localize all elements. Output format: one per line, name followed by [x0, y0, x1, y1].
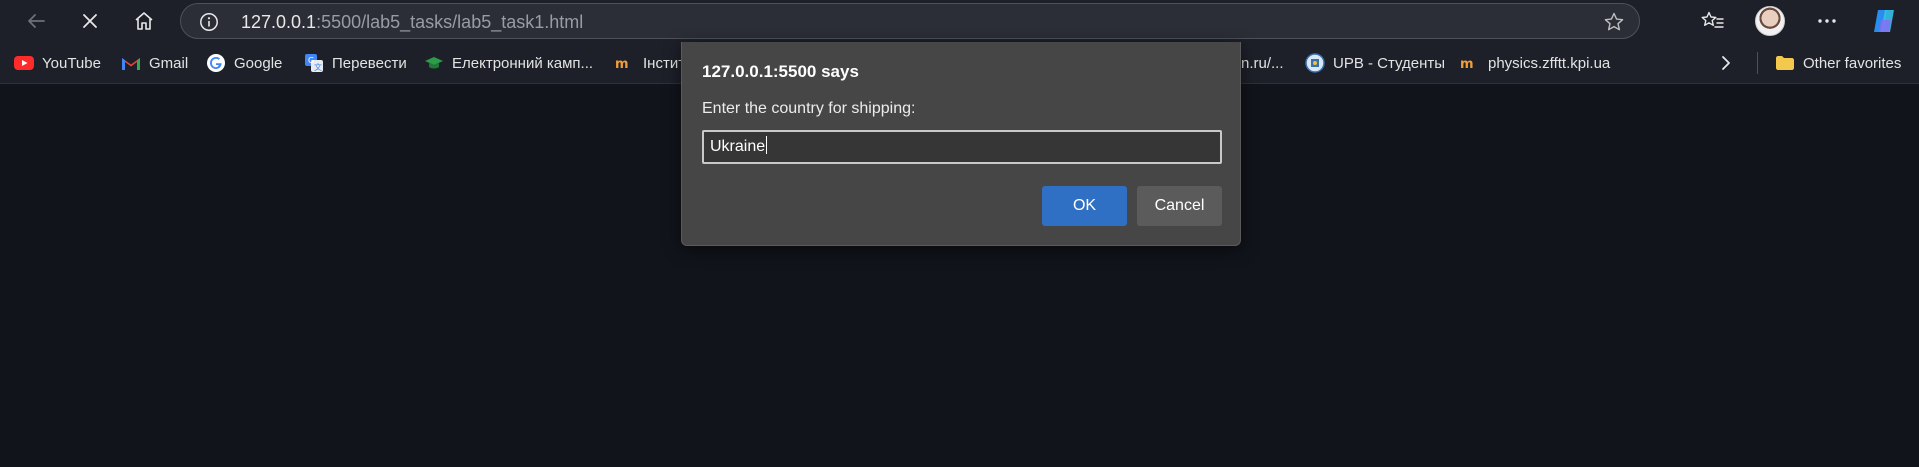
- translate-icon: G文: [304, 53, 324, 73]
- bookmark-label: n.ru/...: [1241, 54, 1284, 72]
- gmail-icon: [121, 53, 141, 73]
- upb-icon: [1305, 53, 1325, 73]
- stop-loading-button[interactable]: [72, 3, 108, 39]
- dialog-message: Enter the country for shipping:: [702, 100, 916, 117]
- bookmark-campus[interactable]: Електронний камп...: [424, 52, 593, 74]
- url-path: :5500/lab5_tasks/lab5_task1.html: [316, 12, 584, 32]
- url-text[interactable]: 127.0.0.1:5500/lab5_tasks/lab5_task1.htm…: [241, 11, 583, 33]
- svg-text:m: m: [1460, 57, 1474, 71]
- institute-icon: m: [615, 53, 635, 73]
- back-button[interactable]: [18, 3, 54, 39]
- bookmark-label: Електронний камп...: [452, 54, 594, 72]
- browser-toolbar: 127.0.0.1:5500/lab5_tasks/lab5_task1.htm…: [0, 0, 1919, 42]
- bookmark-youtube[interactable]: YouTube: [14, 52, 101, 74]
- bookmark-label: Інстит: [643, 54, 686, 72]
- cancel-button[interactable]: Cancel: [1137, 186, 1222, 226]
- settings-menu-button[interactable]: [1809, 3, 1845, 39]
- avatar: [1755, 6, 1785, 36]
- google-icon: [206, 53, 226, 73]
- bookmark-label: Перевести: [332, 54, 407, 72]
- chevron-right-icon: [1722, 56, 1730, 70]
- address-bar[interactable]: 127.0.0.1:5500/lab5_tasks/lab5_task1.htm…: [180, 3, 1640, 39]
- url-host: 127.0.0.1: [241, 12, 317, 32]
- info-icon[interactable]: [199, 12, 219, 32]
- bookmark-label: Gmail: [149, 54, 189, 72]
- dialog-title: 127.0.0.1:5500 says: [702, 62, 859, 81]
- bookmark-ru[interactable]: n.ru/...: [1241, 52, 1284, 74]
- star-icon[interactable]: [1603, 11, 1625, 33]
- favorites-list-icon: [1701, 11, 1724, 28]
- bookmark-gmail[interactable]: Gmail: [121, 52, 188, 74]
- youtube-icon: [14, 53, 34, 73]
- bookmark-upb[interactable]: UPB - Студенты: [1305, 52, 1445, 74]
- graduation-cap-icon: [424, 53, 444, 73]
- copilot-icon: [1874, 10, 1894, 32]
- profile-button[interactable]: [1752, 3, 1788, 39]
- back-arrow-icon: [28, 14, 45, 28]
- other-favorites[interactable]: Other favorites: [1775, 52, 1901, 74]
- home-icon: [135, 12, 153, 30]
- bookmark-physics[interactable]: m physics.zfftt.kpi.ua: [1460, 52, 1610, 74]
- svg-text:文: 文: [314, 62, 322, 72]
- folder-icon: [1775, 53, 1795, 73]
- bookmark-google[interactable]: Google: [206, 52, 282, 74]
- home-button[interactable]: [126, 3, 162, 39]
- country-input[interactable]: Ukraine: [702, 130, 1222, 164]
- institute-icon: m: [1460, 53, 1480, 73]
- text-caret: [766, 136, 768, 154]
- more-icon: [1818, 19, 1836, 23]
- bookmark-label: YouTube: [42, 54, 101, 72]
- other-favorites-label: Other favorites: [1803, 54, 1902, 72]
- copilot-button[interactable]: [1866, 3, 1902, 39]
- prompt-dialog: 127.0.0.1:5500 says Enter the country fo…: [681, 42, 1241, 246]
- bookmark-label: Google: [234, 54, 283, 72]
- bookmark-label: UPB - Студенты: [1333, 54, 1446, 72]
- svg-text:m: m: [615, 57, 629, 71]
- bookmark-institute[interactable]: m Інстит: [615, 52, 685, 74]
- favorites-button[interactable]: [1695, 3, 1731, 39]
- bookmark-label: physics.zfftt.kpi.ua: [1488, 54, 1611, 72]
- ok-button[interactable]: OK: [1042, 186, 1127, 226]
- bookmark-translate[interactable]: G文 Перевести: [304, 52, 407, 74]
- country-input-value: Ukraine: [710, 138, 766, 155]
- bookmarks-divider: [1757, 52, 1758, 74]
- close-icon: [83, 14, 97, 28]
- bookmarks-overflow-button[interactable]: [1720, 52, 1732, 74]
